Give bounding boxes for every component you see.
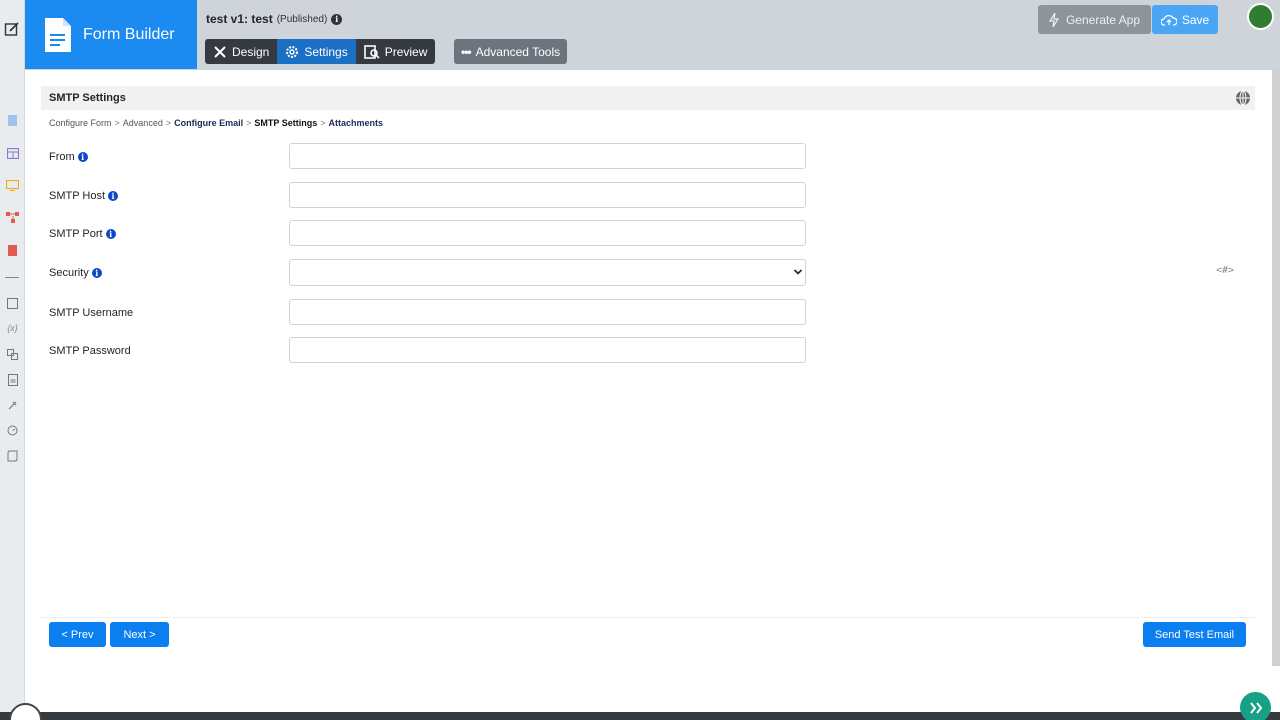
breadcrumb-separator: > [246, 118, 252, 128]
breadcrumb-configure-form[interactable]: Configure Form [49, 118, 112, 128]
smtp-username-input[interactable] [289, 299, 806, 325]
bottom-toolbar [0, 712, 1280, 720]
breadcrumb-separator: > [320, 118, 326, 128]
breadcrumb-smtp-settings: SMTP Settings [254, 118, 318, 128]
breadcrumb-separator: > [165, 118, 172, 128]
table-icon[interactable] [6, 147, 19, 160]
smtp-host-input[interactable] [289, 182, 806, 208]
generate-app-button[interactable]: Generate App [1038, 5, 1151, 34]
monitor-icon[interactable] [6, 179, 19, 192]
security-label-text: Security [49, 267, 89, 279]
footer-divider [41, 617, 1255, 618]
breadcrumb-attachments[interactable]: Attachments [328, 118, 383, 128]
from-row: From i [49, 143, 806, 169]
script-icon[interactable] [6, 449, 19, 462]
smtp-password-input[interactable] [289, 337, 806, 363]
security-select[interactable] [289, 259, 806, 286]
tab-preview-label: Preview [384, 44, 428, 59]
tools-icon [214, 45, 226, 58]
page-title: SMTP Settings [49, 92, 126, 104]
preview-icon [363, 44, 380, 59]
workflow-icon[interactable] [6, 211, 19, 224]
more-dots-icon: ••• [461, 44, 472, 59]
avatar[interactable] [1247, 3, 1274, 30]
form-title-text: test v1: test [206, 12, 273, 26]
save-label: Save [1181, 12, 1210, 27]
from-label-text: From [49, 151, 75, 163]
variable-icon[interactable]: {x} [6, 321, 19, 334]
document-icon[interactable] [6, 114, 19, 127]
code-token[interactable]: <#> [1216, 265, 1234, 276]
tab-settings[interactable]: Settings [277, 39, 356, 64]
tab-preview[interactable]: Preview [356, 39, 436, 64]
tab-settings-label: Settings [304, 44, 348, 59]
smtp-host-label-text: SMTP Host [49, 190, 106, 202]
smtp-port-label-text: SMTP Port [49, 228, 103, 240]
smtp-host-label: SMTP Host i [49, 190, 119, 202]
smtp-password-label-text: SMTP Password [49, 345, 131, 357]
tab-design[interactable]: Design [205, 39, 277, 64]
security-label: Security i [49, 267, 102, 279]
generate-app-label: Generate App [1065, 12, 1141, 27]
smtp-host-row: SMTP Host i [49, 182, 806, 208]
info-icon[interactable]: i [108, 191, 119, 201]
smtp-username-label: SMTP Username [49, 307, 133, 319]
smtp-password-row: SMTP Password [49, 337, 806, 363]
double-chevron-right-icon [1249, 701, 1262, 714]
pdf-icon[interactable] [6, 244, 19, 257]
file-icon[interactable] [6, 373, 19, 386]
smtp-password-label: SMTP Password [49, 345, 131, 357]
lightning-icon [1048, 12, 1059, 27]
breadcrumb-configure-email[interactable]: Configure Email [174, 118, 243, 128]
rail-divider [5, 277, 19, 278]
info-icon[interactable]: i [77, 152, 88, 162]
gear-icon [286, 45, 299, 58]
form-document-icon [45, 17, 71, 52]
note-icon[interactable] [6, 297, 19, 310]
from-input[interactable] [289, 143, 806, 169]
advanced-tools-label: Advanced Tools [475, 44, 561, 59]
tab-design-label: Design [232, 44, 270, 59]
smtp-username-label-text: SMTP Username [49, 307, 134, 319]
breadcrumb: Configure Form > Advanced > Configure Em… [49, 118, 383, 128]
cloud-upload-icon [1160, 14, 1177, 26]
translate-icon[interactable] [6, 348, 19, 361]
app-name: Form Builder [83, 25, 175, 43]
smtp-port-label: SMTP Port i [49, 228, 116, 240]
scrollbar[interactable] [1272, 70, 1280, 666]
next-button[interactable]: Next > [110, 622, 169, 647]
gauge-icon[interactable] [6, 424, 19, 437]
globe-icon[interactable] [1235, 90, 1251, 106]
top-header: Form Builder test v1: test (Published) i… [25, 0, 1280, 70]
security-row: Security i [49, 259, 806, 286]
mode-tabs: Design Settings Preview [205, 39, 436, 64]
breadcrumb-advanced[interactable]: Advanced [123, 118, 163, 128]
breadcrumb-separator: > [114, 118, 120, 128]
from-label: From i [49, 151, 88, 163]
brand-block: Form Builder [25, 0, 197, 69]
save-button[interactable]: Save [1152, 5, 1218, 34]
advanced-tools-button[interactable]: ••• Advanced Tools [454, 39, 568, 64]
expand-fab-button[interactable] [1240, 692, 1271, 720]
info-icon[interactable]: i [331, 13, 343, 25]
prev-button[interactable]: < Prev [49, 622, 106, 647]
panel-header: SMTP Settings [41, 86, 1255, 110]
form-title: test v1: test (Published) i [206, 12, 343, 26]
smtp-port-row: SMTP Port i [49, 220, 806, 246]
plugin-icon[interactable] [6, 399, 19, 412]
smtp-port-input[interactable] [289, 220, 806, 246]
info-icon[interactable]: i [105, 229, 116, 239]
info-icon[interactable]: i [91, 268, 102, 278]
smtp-username-row: SMTP Username [49, 299, 806, 325]
form-status: (Published) [276, 13, 328, 25]
edit-icon[interactable] [4, 21, 20, 37]
send-test-email-button[interactable]: Send Test Email [1143, 622, 1246, 647]
left-toolbar: {x} [0, 0, 25, 720]
